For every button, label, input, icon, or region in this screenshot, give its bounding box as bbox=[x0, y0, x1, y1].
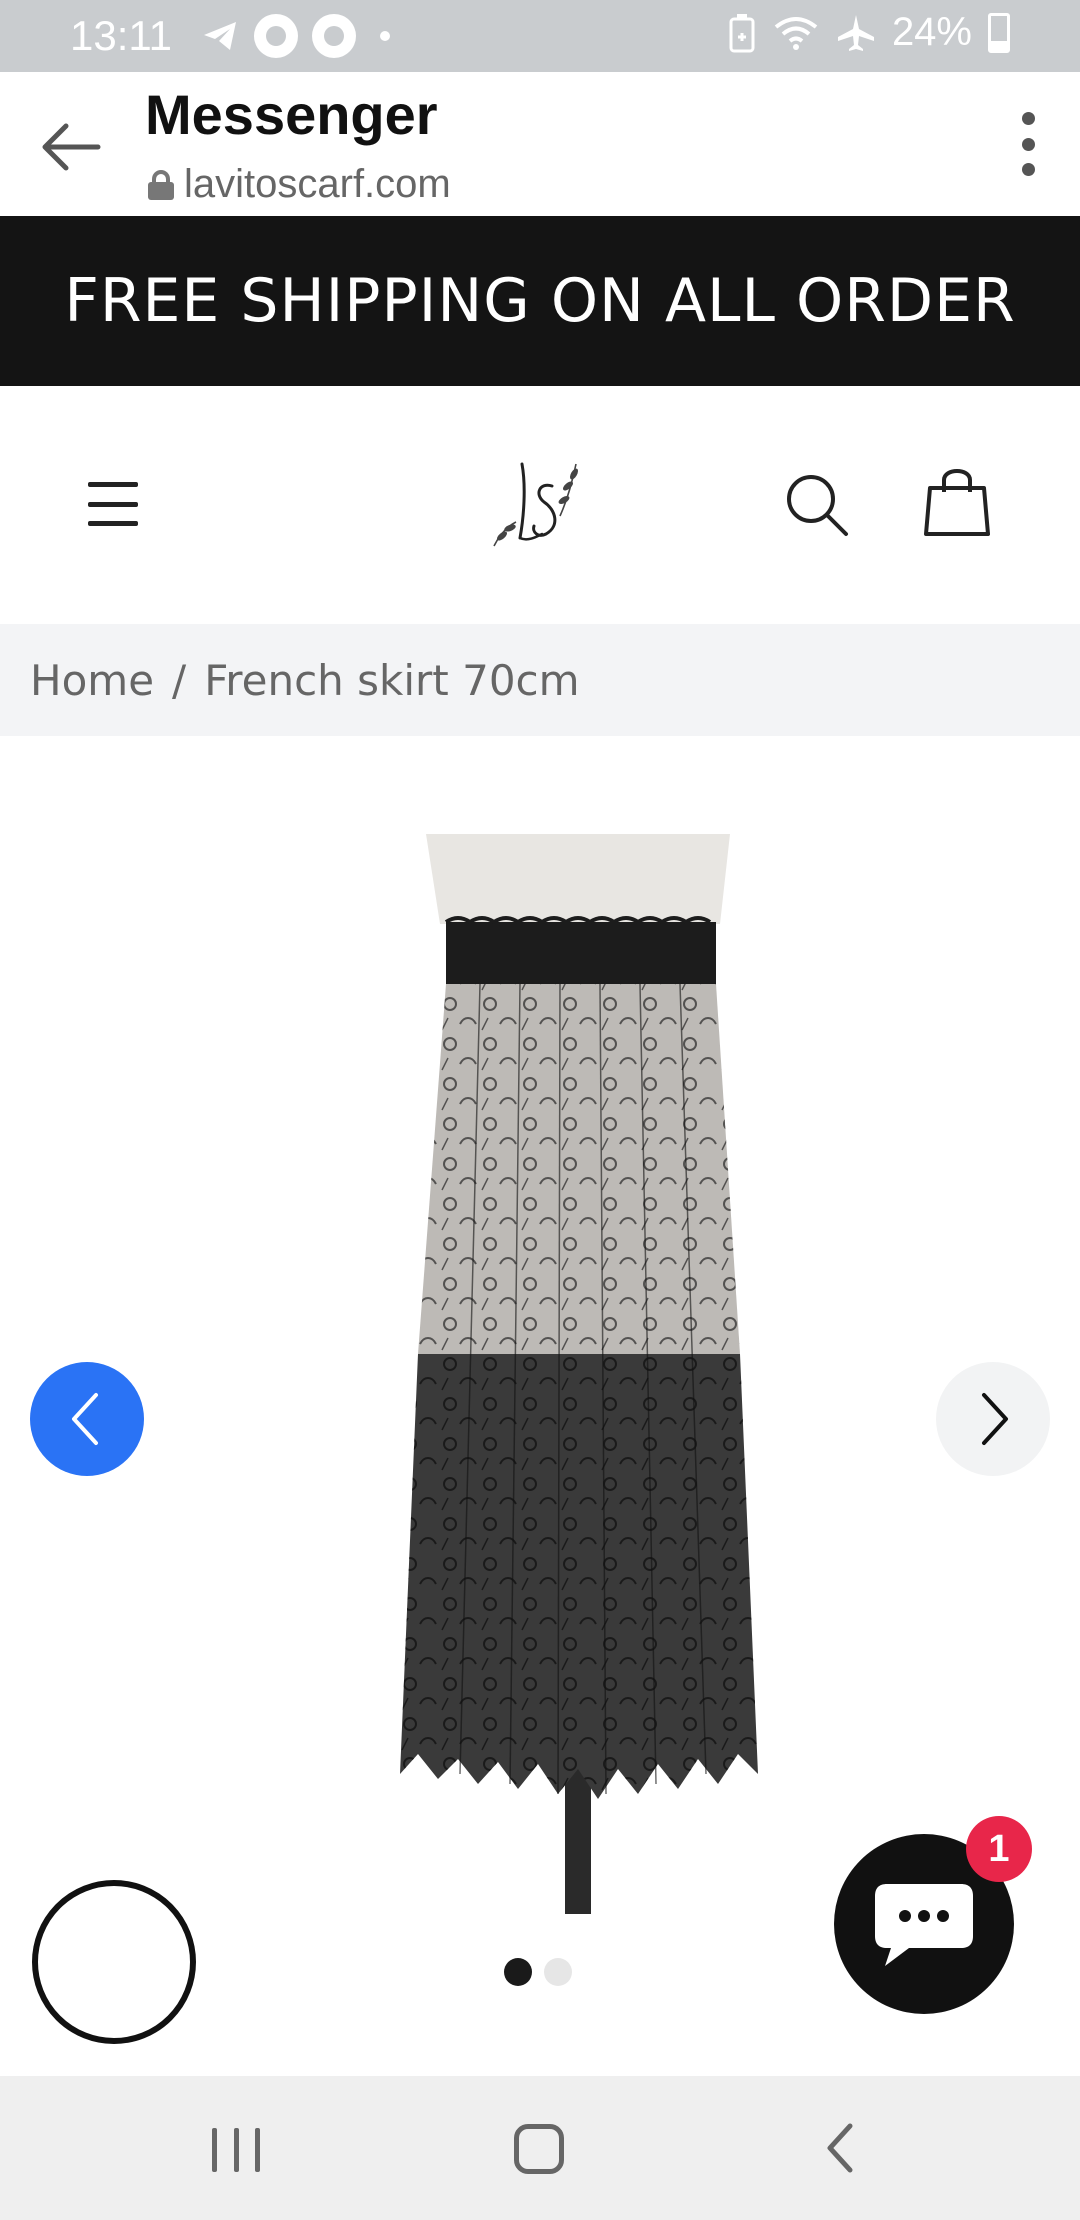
status-bar: 13:11 24% bbox=[0, 0, 1080, 72]
hamburger-menu-icon[interactable] bbox=[88, 482, 138, 526]
breadcrumb-current: French skirt 70cm bbox=[204, 655, 580, 705]
product-image[interactable] bbox=[360, 834, 800, 1914]
ls-monogram-logo[interactable] bbox=[480, 446, 600, 566]
airplane-mode-icon bbox=[837, 14, 874, 51]
back-arrow-icon[interactable] bbox=[36, 112, 106, 182]
lock-icon bbox=[148, 169, 174, 200]
store-header bbox=[0, 386, 1080, 624]
messenger-icon bbox=[254, 14, 298, 58]
recents-icon[interactable] bbox=[212, 2128, 260, 2172]
previous-slide-button[interactable] bbox=[30, 1362, 144, 1476]
chat-bubble-icon bbox=[875, 1884, 973, 1966]
messenger-icon bbox=[312, 14, 356, 58]
browser-header: Messenger lavitoscarf.com bbox=[0, 72, 1080, 216]
telegram-icon bbox=[204, 22, 236, 50]
battery-icon bbox=[988, 12, 1010, 53]
home-icon[interactable] bbox=[514, 2124, 564, 2174]
banner-text: FREE SHIPPING ON ALL ORDER bbox=[64, 266, 1016, 336]
browser-url[interactable]: lavitoscarf.com bbox=[148, 162, 451, 207]
slide-indicator bbox=[504, 1958, 572, 1986]
notification-icons bbox=[200, 14, 390, 58]
status-time: 13:11 bbox=[70, 12, 172, 59]
battery-percent: 24% bbox=[891, 10, 972, 54]
system-nav-bar bbox=[0, 2076, 1080, 2220]
breadcrumb-separator: / bbox=[172, 655, 187, 705]
breadcrumb: Home / French skirt 70cm bbox=[0, 624, 1080, 736]
battery-saver-icon bbox=[729, 13, 755, 52]
wifi-icon bbox=[774, 16, 818, 50]
browser-title: Messenger bbox=[145, 83, 438, 146]
search-icon[interactable] bbox=[782, 470, 852, 540]
system-icons: 24% bbox=[728, 10, 1010, 55]
breadcrumb-home[interactable]: Home bbox=[30, 656, 154, 705]
chevron-right-icon bbox=[982, 1393, 1008, 1445]
chat-unread-badge: 1 bbox=[966, 1816, 1032, 1882]
chevron-left-icon bbox=[72, 1393, 98, 1445]
slide-dot-2[interactable] bbox=[544, 1958, 572, 1986]
slide-dot-1[interactable] bbox=[504, 1958, 532, 1986]
next-slide-button[interactable] bbox=[936, 1362, 1050, 1476]
circle-button[interactable] bbox=[32, 1880, 196, 2044]
url-text: lavitoscarf.com bbox=[184, 162, 451, 206]
product-gallery: 1 bbox=[0, 736, 1080, 2076]
more-options-icon[interactable] bbox=[1016, 112, 1040, 176]
back-icon[interactable] bbox=[820, 2120, 860, 2176]
dot-icon bbox=[380, 31, 390, 41]
announcement-banner: FREE SHIPPING ON ALL ORDER bbox=[0, 216, 1080, 386]
shopping-bag-icon[interactable] bbox=[924, 464, 990, 538]
